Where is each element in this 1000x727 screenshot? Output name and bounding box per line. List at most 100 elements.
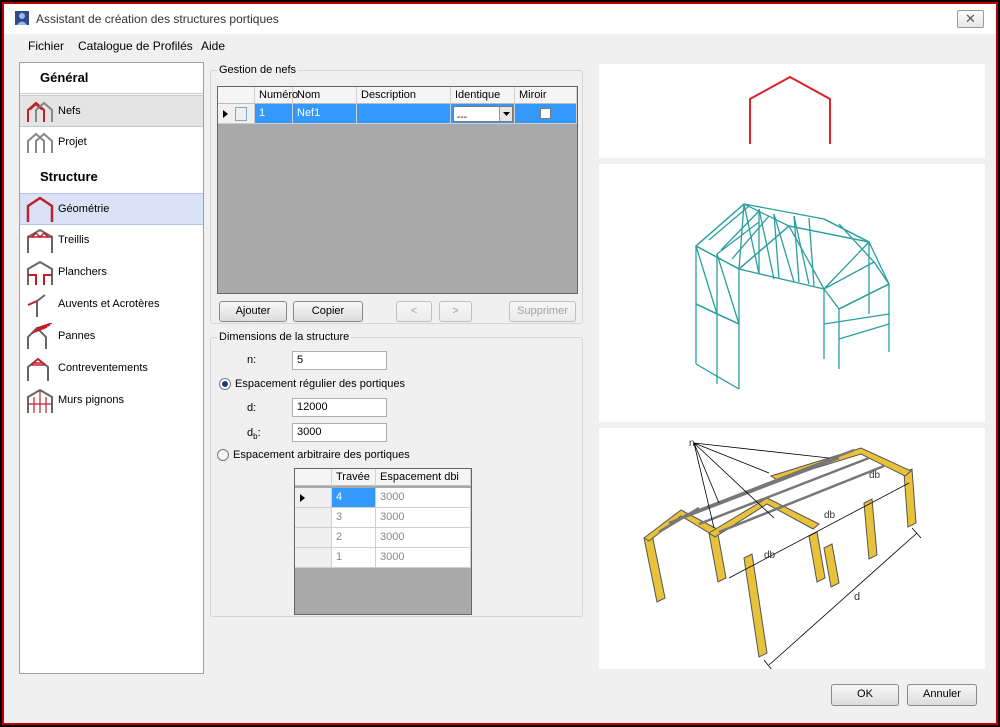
diagram-label-n: n	[689, 438, 695, 449]
nav-header-structure: Structure	[40, 169, 98, 184]
dimensions-group: Dimensions de la structure n: 5 Espaceme…	[210, 331, 583, 617]
nave-management-title: Gestion de nefs	[217, 64, 299, 76]
col-numero[interactable]: Numéro	[255, 87, 298, 104]
frame-profile-preview	[599, 64, 985, 158]
next-button[interactable]: >	[439, 301, 472, 322]
nave-frame-icon	[27, 101, 53, 122]
ok-button[interactable]: OK	[831, 684, 899, 706]
menu-bar: Fichier Catalogue de Profilés Aide	[4, 34, 996, 56]
n-label: n:	[247, 354, 257, 366]
table-row[interactable]: 1 Nef1 ---	[218, 104, 577, 124]
cell-travee[interactable]: 2	[332, 528, 376, 548]
cell-espacement[interactable]: 3000	[376, 508, 471, 528]
dropdown-arrow-icon[interactable]	[499, 107, 512, 121]
app-logo-icon	[15, 11, 29, 25]
nav-label-murs-pignons: Murs pignons	[58, 394, 125, 406]
spacing-grid-corner	[295, 469, 332, 486]
frame-outline-drawing	[749, 75, 831, 144]
col-description[interactable]: Description	[357, 87, 451, 104]
regular-spacing-label: Espacement régulier des portiques	[235, 378, 405, 390]
bracing-icon	[27, 357, 49, 381]
teal-3d-model-drawing	[694, 203, 890, 390]
nav-label-geometrie: Géométrie	[58, 203, 110, 215]
col-espacement[interactable]: Espacement dbi	[376, 469, 471, 486]
db-label-colon: :	[257, 427, 261, 439]
cell-nom[interactable]: Nef1	[293, 104, 357, 124]
copy-button[interactable]: Copier	[293, 301, 363, 322]
n-field[interactable]: 5	[292, 351, 387, 370]
cell-travee[interactable]: 1	[332, 548, 376, 568]
col-miroir[interactable]: Miroir	[515, 87, 577, 104]
col-nom[interactable]: Nom	[293, 87, 357, 104]
cell-espacement[interactable]: 3000	[376, 528, 471, 548]
nav-label-treillis: Treillis	[58, 234, 90, 246]
row-selector[interactable]	[295, 488, 332, 508]
cell-travee[interactable]: 4	[332, 488, 376, 508]
nav-item-pannes[interactable]: Pannes	[20, 321, 203, 353]
menu-aide[interactable]: Aide	[201, 39, 225, 53]
cell-espacement[interactable]: 3000	[376, 488, 471, 508]
delete-button[interactable]: Supprimer	[509, 301, 576, 322]
cell-identique[interactable]: ---	[451, 104, 515, 124]
db-label: db:	[247, 427, 261, 441]
identique-value: ---	[457, 112, 467, 123]
nave-grid-header: Numéro Nom Description Identique Miroir	[218, 87, 577, 104]
cell-espacement[interactable]: 3000	[376, 548, 471, 568]
cell-miroir[interactable]	[515, 104, 577, 124]
geometry-portal-icon	[26, 196, 54, 222]
parameter-diagram-drawing: n db db db d	[643, 438, 922, 671]
nav-item-geometrie[interactable]: Géométrie	[20, 193, 203, 225]
table-row[interactable]: 1 3000	[295, 548, 471, 568]
col-identique[interactable]: Identique	[451, 87, 515, 104]
cell-travee[interactable]: 3	[332, 508, 376, 528]
row-selector[interactable]	[295, 548, 332, 568]
nav-label-pannes: Pannes	[58, 330, 96, 342]
add-button[interactable]: Ajouter	[219, 301, 287, 322]
col-travee[interactable]: Travée	[332, 469, 376, 486]
d-label: d:	[247, 402, 257, 414]
menu-catalogue[interactable]: Catalogue de Profilés	[78, 39, 193, 53]
diagram-label-d: d	[854, 591, 860, 603]
nav-item-contreventements[interactable]: Contreventements	[20, 353, 203, 385]
spacing-grid[interactable]: Travée Espacement dbi 4 3000 3 3000 2 30…	[294, 468, 472, 615]
nave-grid-corner	[218, 87, 255, 104]
nav-item-treillis[interactable]: Treillis	[20, 225, 203, 257]
arbitrary-spacing-label: Espacement arbitraire des portiques	[233, 449, 410, 461]
nav-item-projet[interactable]: Projet	[20, 127, 203, 159]
nav-header-general: Général	[40, 70, 89, 85]
structure-3d-preview	[599, 164, 985, 422]
side-navigation: Général Nefs Projet Structure Géométrie	[19, 62, 204, 674]
row-selector[interactable]	[295, 528, 332, 548]
menu-fichier[interactable]: Fichier	[28, 39, 64, 53]
db-field[interactable]: 3000	[292, 423, 387, 442]
d-field[interactable]: 12000	[292, 398, 387, 417]
gable-wall-icon	[27, 388, 53, 413]
prev-button[interactable]: <	[396, 301, 432, 322]
table-row[interactable]: 2 3000	[295, 528, 471, 548]
nav-divider	[20, 93, 203, 94]
cell-numero[interactable]: 1	[255, 104, 293, 124]
nav-label-projet: Projet	[58, 136, 87, 148]
row-selector[interactable]	[295, 508, 332, 528]
cancel-button[interactable]: Annuler	[907, 684, 977, 706]
nav-item-murs-pignons[interactable]: Murs pignons	[20, 385, 203, 417]
miroir-checkbox[interactable]	[540, 108, 551, 119]
title-bar: Assistant de création des structures por…	[4, 4, 996, 34]
purlin-icon	[27, 323, 53, 349]
cell-description[interactable]	[357, 104, 451, 124]
nave-grid[interactable]: Numéro Nom Description Identique Miroir …	[217, 86, 578, 294]
regular-spacing-radio[interactable]	[219, 378, 231, 390]
dimensions-title: Dimensions de la structure	[217, 331, 352, 343]
diagram-label-db-1: db	[869, 470, 881, 481]
close-button[interactable]: ✕	[957, 10, 984, 28]
arbitrary-spacing-radio[interactable]	[217, 449, 229, 461]
row-selector[interactable]	[218, 104, 255, 124]
table-row[interactable]: 4 3000	[295, 488, 471, 508]
nav-label-auvents: Auvents et Acrotères	[58, 298, 160, 310]
nav-item-planchers[interactable]: Planchers	[20, 257, 203, 289]
diagram-label-db-2: db	[824, 510, 836, 521]
identique-dropdown[interactable]: ---	[453, 106, 513, 123]
table-row[interactable]: 3 3000	[295, 508, 471, 528]
nav-item-auvents[interactable]: Auvents et Acrotères	[20, 289, 203, 321]
nav-item-nefs[interactable]: Nefs	[20, 95, 203, 127]
